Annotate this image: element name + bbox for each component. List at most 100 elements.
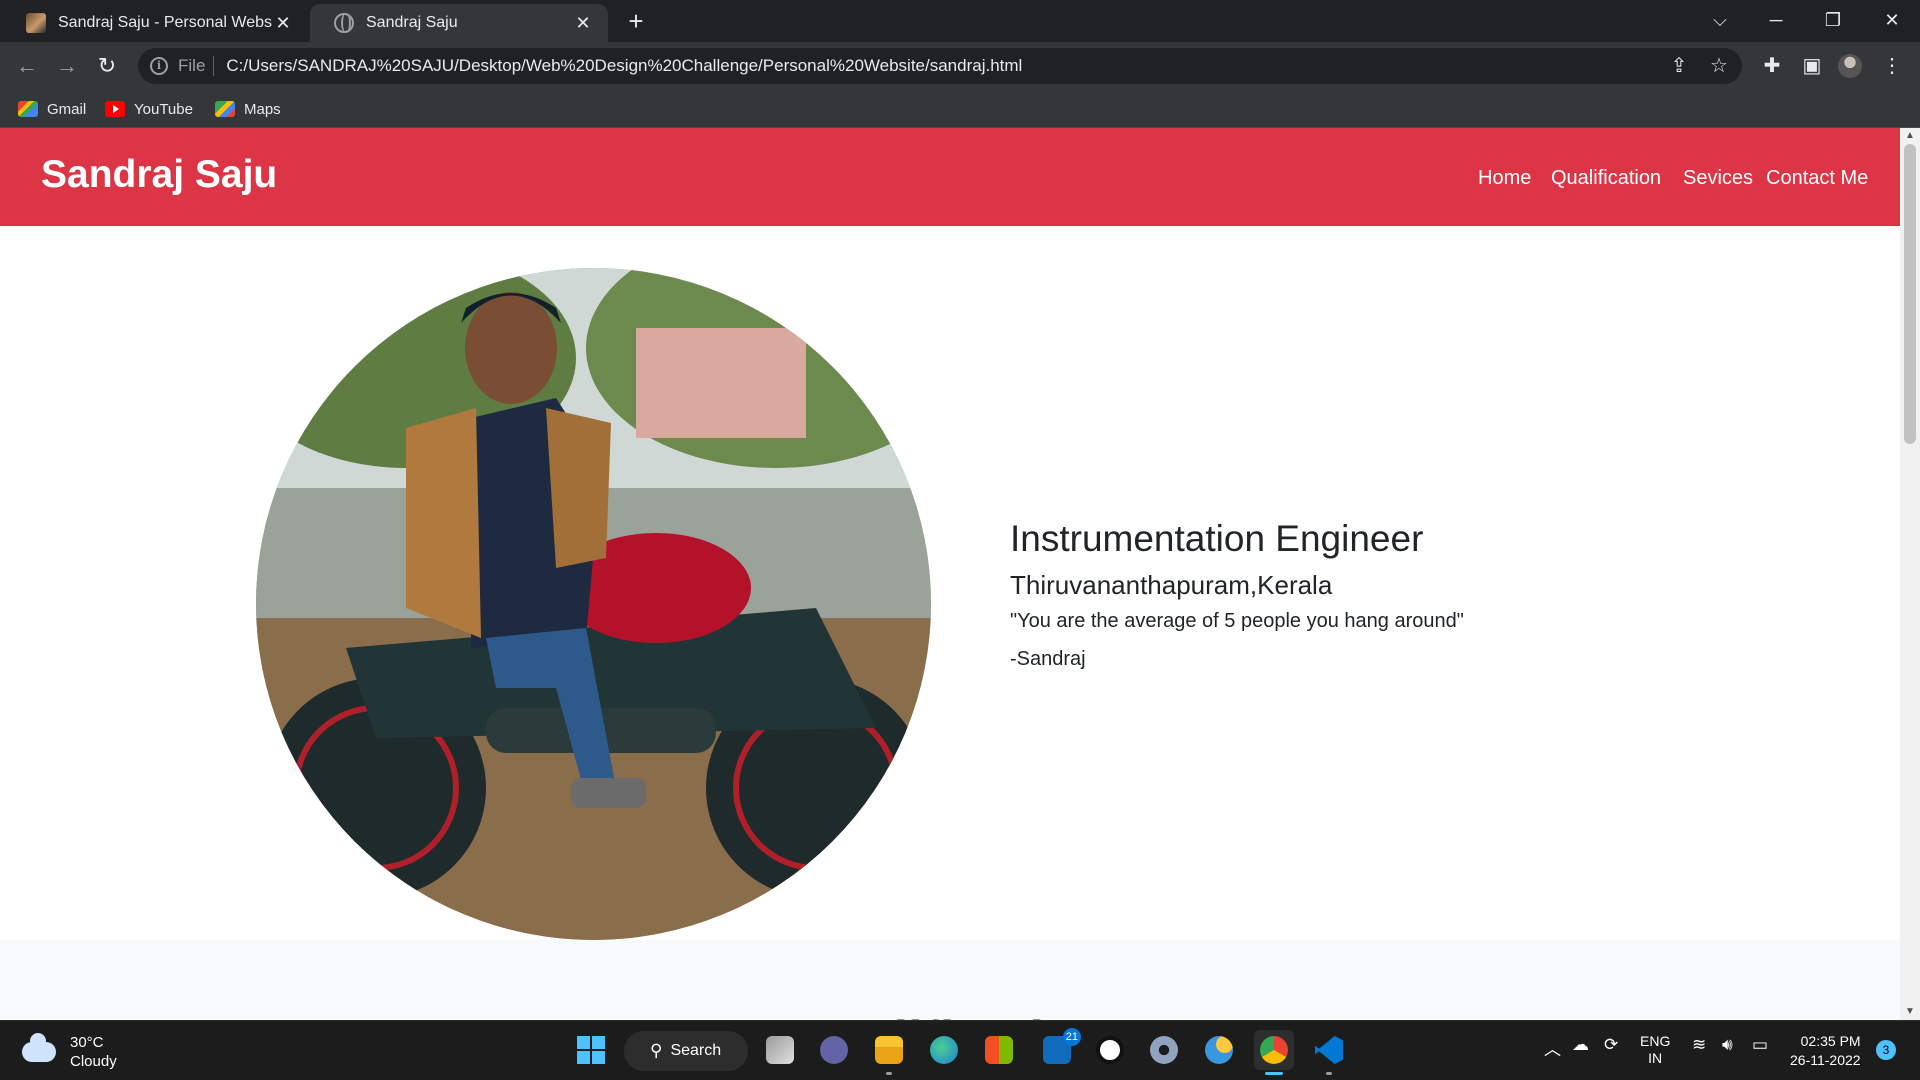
battery-icon[interactable]: ▭ bbox=[1752, 1035, 1768, 1055]
start-button[interactable] bbox=[571, 1030, 611, 1070]
clock-time: 02:35 PM bbox=[1800, 1033, 1861, 1049]
tab-title: Sandraj Saju bbox=[366, 14, 458, 31]
vscode-icon bbox=[1315, 1036, 1343, 1064]
nav-link-qualification[interactable]: Qualification bbox=[1551, 167, 1661, 190]
language-indicator[interactable]: ENG IN bbox=[1640, 1033, 1670, 1067]
site-info-icon[interactable]: i bbox=[150, 57, 168, 75]
scrollbar-thumb[interactable] bbox=[1904, 144, 1916, 444]
vscode-button[interactable] bbox=[1309, 1030, 1349, 1075]
reload-icon[interactable]: ↻ bbox=[91, 50, 123, 82]
tab-close-icon[interactable]: ✕ bbox=[572, 12, 594, 34]
chrome-icon bbox=[1260, 1036, 1288, 1064]
site-brand[interactable]: Sandraj Saju bbox=[41, 153, 277, 197]
bookmark-star-icon[interactable]: ☆ bbox=[1702, 49, 1736, 83]
running-indicator bbox=[1326, 1072, 1332, 1075]
profile-photo-favicon-icon bbox=[26, 13, 46, 33]
gmail-icon bbox=[18, 101, 38, 117]
gear-icon bbox=[1150, 1036, 1178, 1064]
globe-favicon-icon bbox=[334, 13, 354, 33]
nav-link-services[interactable]: Sevices bbox=[1683, 167, 1753, 190]
qualification-section: Qualification bbox=[0, 940, 1900, 1020]
restore-icon[interactable]: ❐ bbox=[1813, 4, 1853, 36]
store-button[interactable] bbox=[979, 1030, 1019, 1070]
tray-chevron-up-icon[interactable]: ︿ bbox=[1544, 1035, 1561, 1060]
folder-icon bbox=[875, 1036, 903, 1064]
browser-toolbar: ← → ↻ i File C:/Users/SANDRAJ%20SAJU/Des… bbox=[0, 42, 1920, 90]
tab-personal-website[interactable]: Sandraj Saju - Personal Website ✕ bbox=[2, 4, 308, 42]
onedrive-cloud-icon[interactable]: ☁ bbox=[1572, 1035, 1589, 1055]
scroll-up-icon[interactable]: ▲ bbox=[1900, 128, 1920, 144]
bookmark-label: YouTube bbox=[134, 100, 193, 118]
side-panel-icon[interactable]: ▣ bbox=[1796, 50, 1828, 82]
nav-link-home[interactable]: Home bbox=[1478, 167, 1531, 190]
mail-button[interactable]: 21 bbox=[1037, 1028, 1081, 1070]
sync-icon[interactable]: ⟳ bbox=[1604, 1035, 1618, 1055]
bookmark-label: Maps bbox=[244, 100, 281, 118]
weather-widget[interactable]: 30°C Cloudy bbox=[22, 1033, 117, 1071]
weather-condition: Cloudy bbox=[70, 1053, 117, 1070]
edge-button[interactable] bbox=[924, 1030, 964, 1070]
weather-app-button[interactable] bbox=[1199, 1030, 1239, 1070]
taskbar-search[interactable]: ⚲ Search bbox=[624, 1031, 748, 1071]
profile-photo bbox=[256, 268, 931, 940]
forward-arrow-icon[interactable]: → bbox=[51, 50, 83, 82]
bookmark-label: Gmail bbox=[47, 100, 87, 118]
profile-photo-illustration bbox=[256, 268, 931, 940]
address-bar[interactable]: i File C:/Users/SANDRAJ%20SAJU/Desktop/W… bbox=[138, 48, 1742, 84]
tab-sandraj-saju[interactable]: Sandraj Saju ✕ bbox=[310, 4, 608, 42]
close-window-icon[interactable]: ✕ bbox=[1872, 4, 1912, 36]
task-view-icon bbox=[766, 1036, 794, 1064]
edge-icon bbox=[930, 1036, 958, 1064]
tab-search-chevron-icon[interactable]: ⌵ bbox=[1700, 4, 1740, 36]
desktop-screen: Sandraj Saju - Personal Website ✕ Sandra… bbox=[0, 0, 1920, 1080]
active-indicator bbox=[1265, 1072, 1283, 1075]
hero-quote-author: -Sandraj bbox=[1010, 648, 1086, 670]
nav-link-contact[interactable]: Contact Me bbox=[1766, 167, 1868, 190]
browser-tabstrip: Sandraj Saju - Personal Website ✕ Sandra… bbox=[0, 0, 1920, 42]
extensions-puzzle-icon[interactable]: ✚ bbox=[1756, 50, 1788, 82]
volume-icon[interactable]: 🔊︎ bbox=[1722, 1035, 1733, 1055]
profile-avatar[interactable] bbox=[1838, 54, 1862, 78]
bookmark-gmail[interactable]: Gmail bbox=[18, 98, 86, 120]
file-explorer-button[interactable] bbox=[869, 1030, 909, 1075]
store-icon bbox=[985, 1036, 1013, 1064]
maps-icon bbox=[215, 101, 235, 117]
teams-chat-button[interactable] bbox=[814, 1030, 854, 1070]
search-icon: ⚲ bbox=[650, 1041, 663, 1060]
url-text[interactable]: C:/Users/SANDRAJ%20SAJU/Desktop/Web%20De… bbox=[226, 56, 1662, 76]
windows-taskbar: 30°C Cloudy ⚲ Search 21 ︿ ☁ ⟳ ENG IN ≋ 🔊… bbox=[0, 1020, 1920, 1080]
section-heading: Qualification bbox=[0, 1010, 1900, 1020]
tab-close-icon[interactable]: ✕ bbox=[272, 12, 294, 34]
scroll-down-icon[interactable]: ▼ bbox=[1900, 1004, 1920, 1020]
share-icon[interactable]: ⇪ bbox=[1662, 49, 1696, 83]
chrome-button[interactable] bbox=[1254, 1030, 1294, 1075]
notification-badge[interactable]: 3 bbox=[1876, 1040, 1896, 1060]
clock-date: 26-11-2022 bbox=[1790, 1052, 1861, 1068]
scheme-label: File bbox=[178, 56, 206, 75]
language-line2: IN bbox=[1648, 1050, 1663, 1066]
app-button-black[interactable] bbox=[1090, 1030, 1130, 1070]
menu-kebab-icon[interactable]: ⋮ bbox=[1876, 50, 1908, 82]
back-arrow-icon[interactable]: ← bbox=[11, 50, 43, 82]
task-view-button[interactable] bbox=[760, 1030, 800, 1070]
mail-badge: 21 bbox=[1062, 1028, 1081, 1046]
hero-quote: "You are the average of 5 people you han… bbox=[1010, 610, 1464, 632]
hero-location: Thiruvananthapuram,Kerala bbox=[1010, 570, 1333, 600]
system-clock[interactable]: 02:35 PM 26-11-2022 bbox=[1790, 1032, 1861, 1070]
hero-role: Instrumentation Engineer bbox=[1010, 518, 1424, 559]
page-viewport: Sandraj Saju Home Qualification Sevices … bbox=[0, 128, 1920, 1020]
settings-button[interactable] bbox=[1144, 1030, 1184, 1070]
weather-temp: 30°C bbox=[70, 1034, 104, 1051]
page-scrollbar[interactable]: ▲ ▼ bbox=[1900, 128, 1920, 1020]
site-navbar: Sandraj Saju Home Qualification Sevices … bbox=[0, 128, 1900, 226]
bookmark-youtube[interactable]: YouTube bbox=[105, 98, 193, 120]
minimize-icon[interactable]: ─ bbox=[1756, 4, 1796, 36]
bookmark-maps[interactable]: Maps bbox=[215, 98, 281, 120]
search-label: Search bbox=[670, 1042, 722, 1059]
teams-chat-icon bbox=[820, 1036, 848, 1064]
wifi-icon[interactable]: ≋ bbox=[1692, 1035, 1706, 1055]
weather-app-icon bbox=[1205, 1036, 1233, 1064]
new-tab-plus-icon[interactable]: + bbox=[622, 7, 650, 35]
windows-logo-icon bbox=[577, 1036, 605, 1064]
running-indicator bbox=[886, 1072, 892, 1075]
